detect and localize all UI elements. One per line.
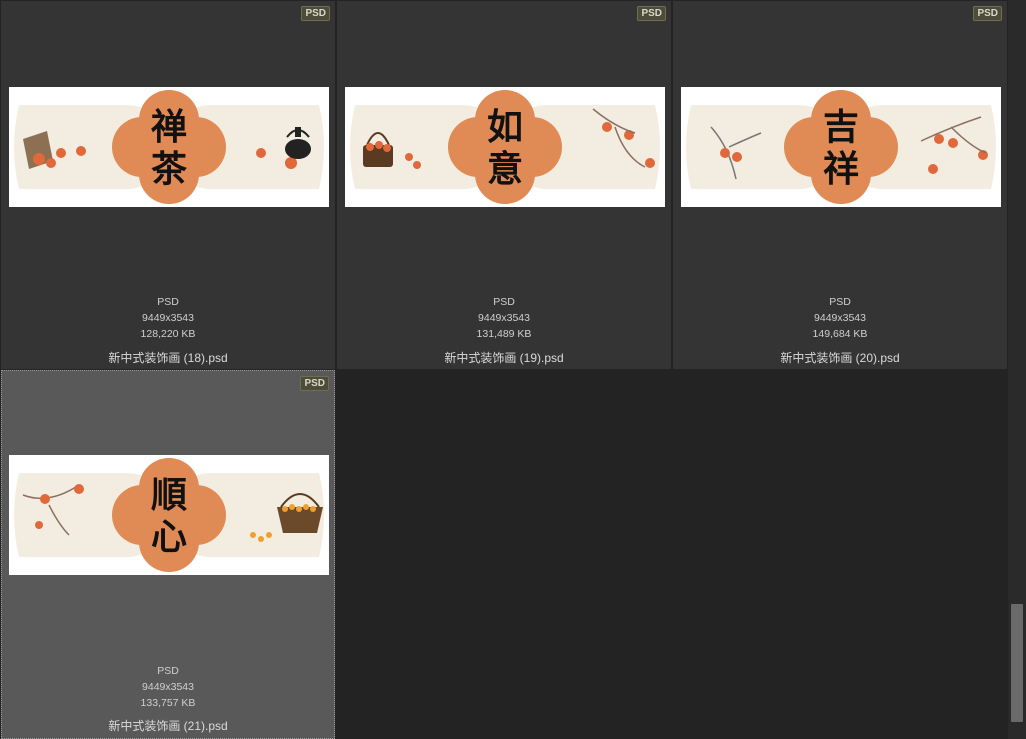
calligraphy-char-bottom: 祥 xyxy=(823,148,859,190)
thumbnail-image: 順 心 xyxy=(9,455,329,575)
file-type: PSD xyxy=(829,296,851,308)
calligraphy-char-bottom: 茶 xyxy=(151,148,188,190)
thumbnail-image: 如 意 xyxy=(345,87,665,207)
file-tile-19[interactable]: PSD 如 意 PSD 9449x3543 131,489 KB 新中式装饰画 … xyxy=(337,1,671,369)
file-tile-20[interactable]: PSD 吉 祥 PSD 9449x3543 149,684 KB 新中式装饰画 … xyxy=(673,1,1007,369)
psd-badge: PSD xyxy=(637,6,666,21)
thumbnail-artwork: 如 意 xyxy=(350,90,660,204)
calligraphy-char-bottom: 意 xyxy=(487,148,523,190)
vertical-scrollbar[interactable] xyxy=(1008,0,1026,739)
file-size: 133,757 KB xyxy=(140,697,196,709)
thumbnail-artwork: 禅 茶 xyxy=(14,90,324,204)
file-meta: PSD 9449x3543 128,220 KB xyxy=(1,294,335,342)
psd-badge: PSD xyxy=(301,6,330,21)
calligraphy-char-top: 如 xyxy=(487,106,523,148)
file-dimensions: 9449x3543 xyxy=(142,312,194,324)
calligraphy-char-top: 吉 xyxy=(823,106,859,148)
calligraphy-char-top: 禅 xyxy=(151,106,187,148)
file-name: 新中式装饰画 (19).psd xyxy=(444,351,564,365)
file-size: 131,489 KB xyxy=(476,328,532,340)
file-name: 新中式装饰画 (21).psd xyxy=(108,719,228,733)
file-type: PSD xyxy=(157,296,179,308)
calligraphy-char-bottom: 心 xyxy=(151,516,187,558)
thumbnail-image: 禅 茶 xyxy=(9,87,329,207)
file-tile-21[interactable]: PSD 順 心 PSD 9449x3543 133,757 KB 新中式装饰画 … xyxy=(1,370,335,739)
thumbnail-image: 吉 祥 xyxy=(681,87,1001,207)
file-browser-grid: PSD 禅 茶 PSD 9449x3543 128,220 KB 新中式装饰画 … xyxy=(0,0,1026,739)
thumbnail-artwork: 順 心 xyxy=(14,458,324,572)
thumbnail-artwork: 吉 祥 xyxy=(686,90,996,204)
file-type: PSD xyxy=(157,665,179,677)
file-meta: PSD 9449x3543 133,757 KB xyxy=(2,663,334,711)
calligraphy-char-top: 順 xyxy=(151,474,187,516)
file-size: 128,220 KB xyxy=(140,328,196,340)
psd-badge: PSD xyxy=(300,376,329,391)
file-name: 新中式装饰画 (20).psd xyxy=(780,351,900,365)
file-size: 149,684 KB xyxy=(812,328,868,340)
psd-badge: PSD xyxy=(973,6,1002,21)
file-dimensions: 9449x3543 xyxy=(142,681,194,693)
file-dimensions: 9449x3543 xyxy=(814,312,866,324)
file-dimensions: 9449x3543 xyxy=(478,312,530,324)
scrollbar-thumb[interactable] xyxy=(1011,604,1023,722)
file-meta: PSD 9449x3543 131,489 KB xyxy=(337,294,671,342)
file-name: 新中式装饰画 (18).psd xyxy=(108,351,228,365)
file-type: PSD xyxy=(493,296,515,308)
file-tile-18[interactable]: PSD 禅 茶 PSD 9449x3543 128,220 KB 新中式装饰画 … xyxy=(1,1,335,369)
file-meta: PSD 9449x3543 149,684 KB xyxy=(673,294,1007,342)
